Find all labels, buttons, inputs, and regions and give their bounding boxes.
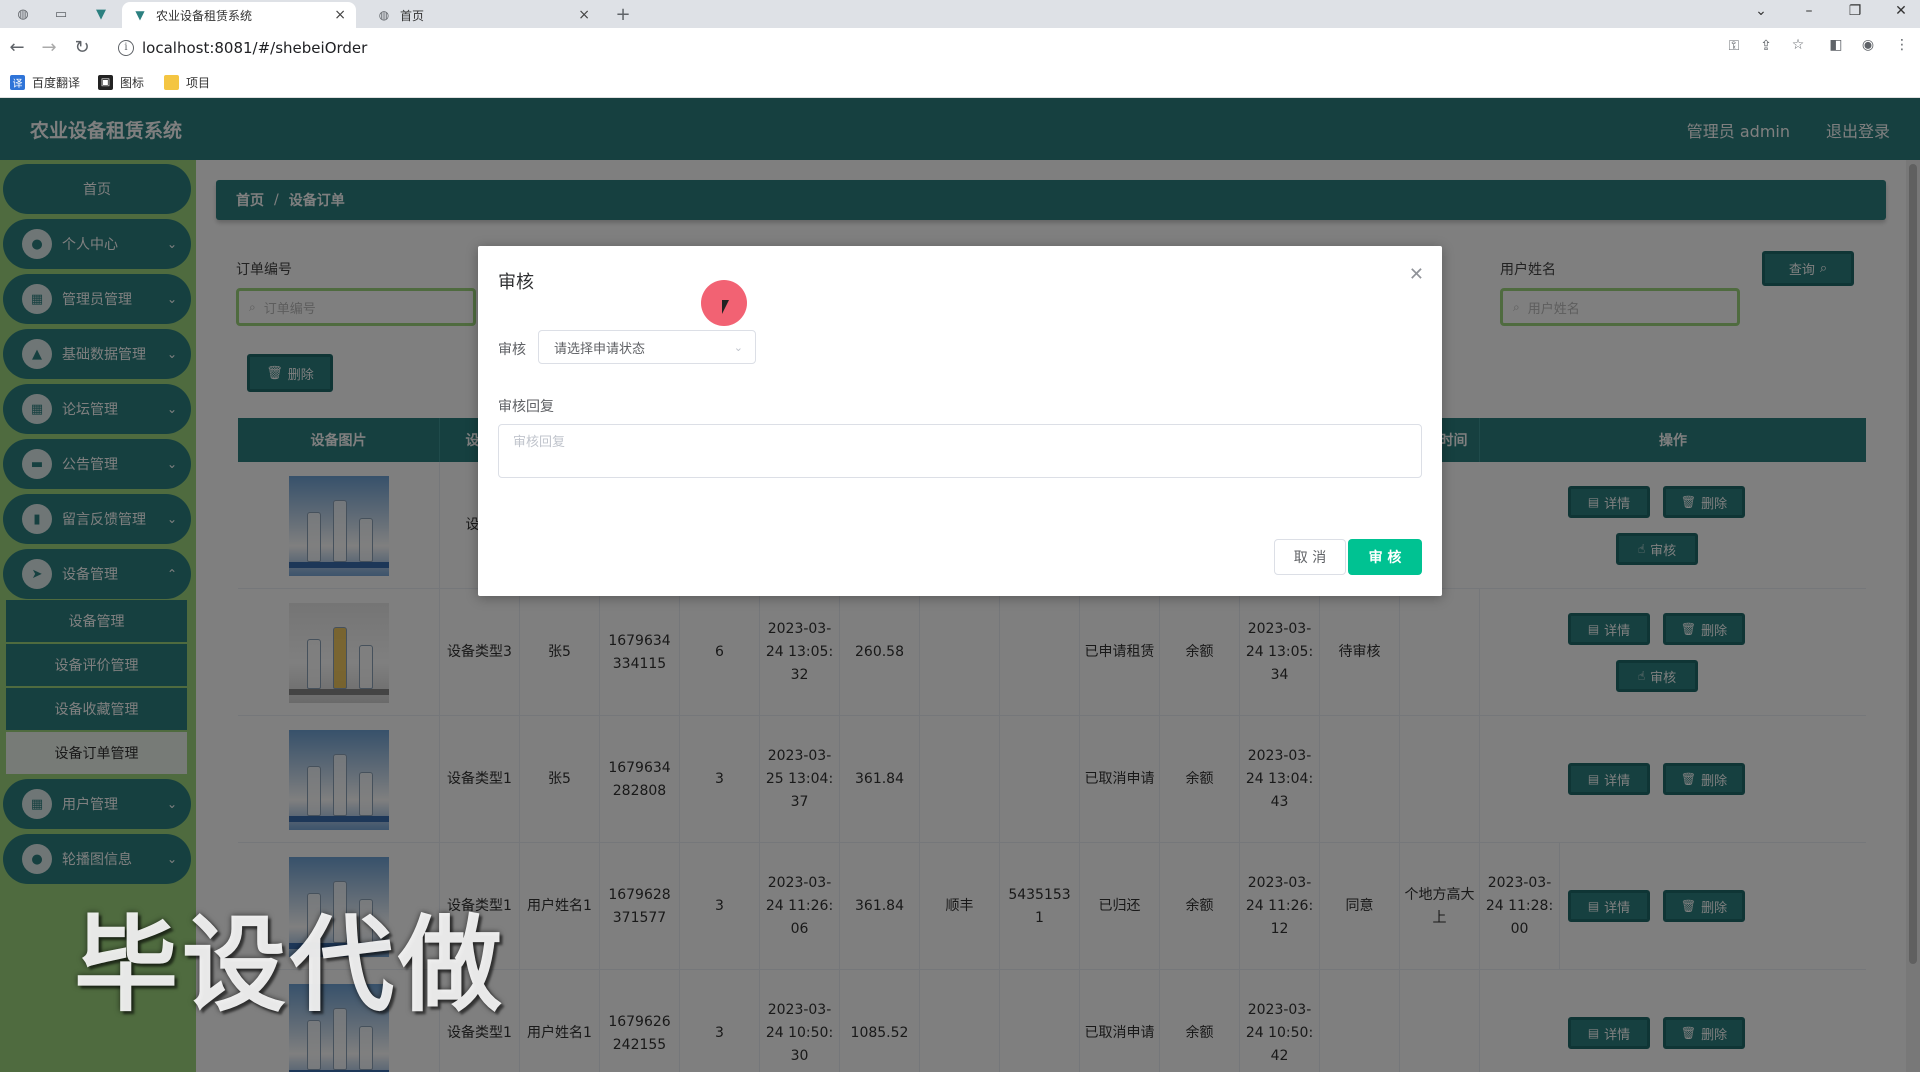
audit-dialog: 审核 ✕ 审核 请选择申请状态 ⌄ 审核回复 审核回复 取 消 审 核 — [478, 246, 1442, 596]
forward-icon[interactable]: → — [38, 37, 60, 59]
audit-status-select[interactable]: 请选择申请状态 ⌄ — [538, 330, 756, 364]
url-text: localhost:8081/#/shebeiOrder — [142, 39, 368, 57]
minimize-icon[interactable]: – — [1794, 3, 1824, 19]
reply-placeholder: 审核回复 — [513, 435, 566, 450]
sidepanel-icon[interactable]: ◧ — [1826, 37, 1846, 53]
mouse-cursor-icon — [722, 300, 729, 314]
bookmark-baidu-translate[interactable]: 译 百度翻译 — [10, 74, 80, 91]
tab-app[interactable]: ▼ 农业设备租赁系统 × — [122, 2, 356, 28]
image-icon: ▣ — [98, 75, 113, 90]
close-icon[interactable]: × — [334, 7, 346, 23]
translate-icon: 译 — [10, 75, 25, 90]
chevron-down-icon: ⌄ — [733, 340, 743, 354]
bookmarks-bar: 译 百度翻译 ▣ 图标 项目 — [0, 68, 1920, 98]
close-icon[interactable]: ✕ — [1409, 264, 1424, 285]
reload-icon[interactable]: ↻ — [71, 37, 93, 59]
info-icon[interactable]: i — [118, 40, 134, 56]
chevron-down-icon[interactable]: ⌄ — [1746, 3, 1776, 19]
audit-confirm-button[interactable]: 审 核 — [1348, 539, 1422, 575]
share-icon[interactable]: ⇪ — [1756, 38, 1776, 54]
select-placeholder: 请选择申请状态 — [554, 341, 646, 357]
bookmark-label: 图标 — [120, 76, 145, 90]
bookmark-label: 百度翻译 — [32, 76, 81, 90]
url-field[interactable]: i localhost:8081/#/shebeiOrder — [112, 34, 1712, 62]
bookmark-icons[interactable]: ▣ 图标 — [98, 74, 144, 91]
bookmark-project[interactable]: 项目 — [164, 74, 210, 91]
globe-icon[interactable]: ◍ — [14, 5, 32, 23]
browser-tab-bar: ◍ ▭ ▼ ▼ 农业设备租赁系统 × ◍ 首页 × + ⌄ – ❐ ✕ — [0, 0, 1920, 28]
window-close-icon[interactable]: ✕ — [1886, 3, 1916, 19]
close-icon[interactable]: × — [578, 7, 590, 23]
watermark-text: 毕设代做 — [74, 904, 507, 1026]
profile-icon[interactable]: ◉ — [1858, 37, 1878, 53]
audit-reply-textarea[interactable]: 审核回复 — [498, 424, 1422, 478]
vue-icon[interactable]: ▼ — [92, 5, 110, 23]
address-bar: ← → ↻ i localhost:8081/#/shebeiOrder — [0, 28, 1920, 68]
folder-icon — [164, 75, 179, 90]
key-icon[interactable]: ⚿ — [1724, 38, 1744, 54]
vue-favicon-icon: ▼ — [135, 8, 145, 22]
restore-icon[interactable]: ❐ — [1840, 3, 1870, 19]
bookmark-label: 项目 — [186, 76, 211, 90]
dialog-title: 审核 — [498, 272, 534, 293]
new-tab-icon[interactable]: + — [614, 4, 632, 25]
tab-label: 农业设备租赁系统 — [156, 8, 253, 23]
back-icon[interactable]: ← — [6, 37, 28, 59]
audit-status-label: 审核 — [498, 342, 526, 358]
menu-dots-icon[interactable]: ⋮ — [1892, 37, 1912, 53]
cancel-button[interactable]: 取 消 — [1274, 539, 1346, 575]
blank-tab-icon[interactable]: ▭ — [52, 5, 70, 23]
globe-favicon-icon: ◍ — [378, 8, 390, 22]
tab-home[interactable]: ◍ 首页 × — [366, 2, 600, 28]
star-icon[interactable]: ☆ — [1788, 37, 1808, 53]
tab-label: 首页 — [400, 8, 425, 23]
audit-reply-label: 审核回复 — [498, 399, 554, 415]
